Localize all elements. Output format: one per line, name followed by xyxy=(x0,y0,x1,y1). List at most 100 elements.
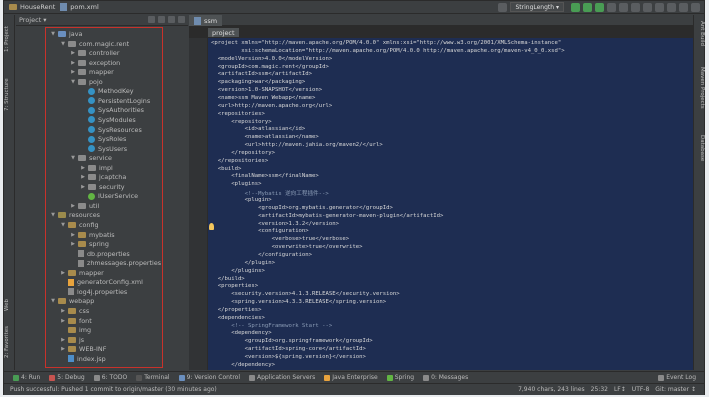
revert-icon[interactable] xyxy=(655,2,664,12)
code-line[interactable]: <dependencies> xyxy=(211,315,265,323)
chevron-right-icon[interactable]: ▶ xyxy=(70,241,76,247)
coverage-icon[interactable] xyxy=(595,2,604,12)
tree-item[interactable]: ▶ WEB-INF xyxy=(60,344,106,354)
lightbulb-icon[interactable] xyxy=(209,223,214,230)
code-line[interactable]: <verbose>true</verbose> xyxy=(211,236,349,244)
maven-projects-tab[interactable]: Maven Projects xyxy=(695,67,705,125)
tool-window-button[interactable]: Java Enterprise xyxy=(324,374,378,381)
tree-item[interactable]: ▶ util xyxy=(70,201,99,211)
tree-item[interactable]: ▼ com.magic.rent xyxy=(60,39,129,49)
tree-item[interactable]: ▶ security xyxy=(80,182,124,192)
code-editor[interactable]: <project xmlns="http://maven.apache.org/… xyxy=(208,38,693,370)
tool-window-button[interactable]: 4: Run xyxy=(13,374,40,381)
chevron-right-icon[interactable]: ▶ xyxy=(80,184,86,190)
chevron-right-icon[interactable]: ▶ xyxy=(70,60,76,66)
status-message[interactable]: Push successful: Pushed 1 commit to orig… xyxy=(10,386,217,393)
tool-window-button[interactable]: 9: Version Control xyxy=(178,374,240,381)
breadcrumb-project-tag[interactable]: project xyxy=(208,28,239,37)
tool-window-button[interactable]: 5: Debug xyxy=(49,374,85,381)
tree-item[interactable]: SysRoles xyxy=(80,134,126,144)
tree-item[interactable]: db.properties xyxy=(70,249,130,259)
run-icon[interactable] xyxy=(571,2,580,12)
code-line[interactable]: <plugins> xyxy=(211,181,261,189)
tree-item[interactable]: IUserService xyxy=(80,191,138,201)
code-line[interactable]: <url>http://maven.apache.org</url> xyxy=(211,103,333,111)
code-line[interactable]: <artifactId>spring-core</artifactId> xyxy=(211,346,366,354)
gear-icon[interactable] xyxy=(168,16,175,23)
tree-item[interactable]: ▶ css xyxy=(60,306,89,316)
code-line[interactable]: <security.version>4.1.3.RELEASE</securit… xyxy=(211,291,399,299)
project-structure-icon[interactable] xyxy=(679,2,688,12)
database-tab[interactable]: Database xyxy=(695,135,705,169)
tree-item[interactable]: generatorConfig.xml xyxy=(60,277,143,287)
chevron-right-icon[interactable]: ▶ xyxy=(70,69,76,75)
code-line[interactable]: <packaging>war</packaging> xyxy=(211,79,306,87)
tree-item[interactable]: ▶ js xyxy=(60,335,84,345)
tool-window-button[interactable]: 6: TODO xyxy=(93,374,127,381)
tree-item[interactable]: ▶ impl xyxy=(80,163,113,173)
chevron-down-icon[interactable]: ▼ xyxy=(50,31,56,37)
code-line[interactable]: <artifactId>ssm</artifactId> xyxy=(211,71,312,79)
tree-item[interactable]: ▶ font xyxy=(60,316,92,326)
hide-icon[interactable] xyxy=(178,16,185,23)
search-icon[interactable] xyxy=(691,2,700,12)
chevron-right-icon[interactable]: ▶ xyxy=(60,308,66,314)
tree-item[interactable]: SysModules xyxy=(80,115,136,125)
code-line[interactable]: <name>ssm Maven Webapp</name> xyxy=(211,95,316,103)
settings-icon[interactable] xyxy=(148,16,155,23)
code-line[interactable]: <version>1.0-SNAPSHOT</version> xyxy=(211,87,322,95)
tool-window-button[interactable]: 0: Messages xyxy=(423,374,468,381)
tree-item[interactable]: ▶ jcaptcha xyxy=(80,172,126,182)
code-line[interactable]: <build> xyxy=(211,166,242,174)
code-line[interactable]: </dependency> xyxy=(211,362,275,370)
chevron-right-icon[interactable]: ▶ xyxy=(80,174,86,180)
vcs-update-icon[interactable] xyxy=(619,2,628,12)
code-line[interactable]: <modelVersion>4.0.0</modelVersion> xyxy=(211,56,333,64)
tree-item[interactable]: log4j.properties xyxy=(60,287,127,297)
code-line[interactable]: </build> xyxy=(211,276,245,284)
chevron-right-icon[interactable]: ▶ xyxy=(80,165,86,171)
tree-item[interactable]: PersistentLogins xyxy=(80,96,150,106)
chevron-right-icon[interactable]: ▶ xyxy=(60,270,66,276)
tool-window-button[interactable]: Terminal xyxy=(136,374,170,381)
tree-item[interactable]: ▶ mapper xyxy=(60,268,104,278)
code-line[interactable]: <project xmlns="http://maven.apache.org/… xyxy=(211,40,561,48)
chevron-down-icon[interactable]: ▼ xyxy=(70,155,76,161)
chevron-right-icon[interactable]: ▶ xyxy=(60,318,66,324)
chevron-right-icon[interactable]: ▶ xyxy=(70,203,76,209)
code-line[interactable]: <properties> xyxy=(211,283,258,291)
chevron-right-icon[interactable]: ▶ xyxy=(60,346,66,352)
tree-item[interactable]: SysResources xyxy=(80,125,142,135)
tree-item[interactable]: ▶ mapper xyxy=(70,67,114,77)
code-line[interactable]: <!-- SpringFramework Start --> xyxy=(211,323,332,331)
code-line[interactable]: xsi:schemaLocation="http://maven.apache.… xyxy=(211,48,564,56)
tree-item[interactable]: ▶ mybatis xyxy=(70,230,115,240)
tree-item[interactable]: index.jsp xyxy=(60,354,106,364)
editor-tab-ssm[interactable]: ssm xyxy=(189,15,223,26)
code-line[interactable]: <configuration> xyxy=(211,228,309,236)
code-line[interactable]: </plugin> xyxy=(211,260,275,268)
tool-window-button[interactable]: Application Servers xyxy=(249,374,315,381)
tool-window-button[interactable]: Spring xyxy=(386,374,414,381)
settings-icon[interactable] xyxy=(667,2,676,12)
code-line[interactable]: <repository> xyxy=(211,119,271,127)
code-line[interactable]: <id>atlassian</id> xyxy=(211,126,306,134)
tree-item[interactable]: ▼ java xyxy=(50,29,82,39)
code-line[interactable]: <spring.version>4.3.3.RELEASE</spring.ve… xyxy=(211,299,386,307)
tree-item[interactable]: ▶ controller xyxy=(70,48,119,58)
code-line[interactable]: <version>${spring.version}</version> xyxy=(211,354,366,362)
code-line[interactable]: </plugins> xyxy=(211,268,265,276)
project-view-select[interactable]: Project ▾ xyxy=(19,16,47,24)
chevron-down-icon[interactable]: ▼ xyxy=(50,212,56,218)
code-line[interactable]: <groupId>org.springframework</groupId> xyxy=(211,338,373,346)
breadcrumb-project[interactable]: HouseRent xyxy=(9,3,55,11)
tree-item[interactable]: MethodKey xyxy=(80,86,134,96)
tree-item[interactable]: ▼ webapp xyxy=(50,296,94,306)
caret-position[interactable]: 25:32 xyxy=(591,386,608,393)
code-line[interactable]: </properties> xyxy=(211,307,262,315)
code-line[interactable]: <groupId>org.mybatis.generator</groupId> xyxy=(211,205,393,213)
code-line[interactable]: </repositories> xyxy=(211,158,269,166)
code-line[interactable]: <!--Mybatis 逆向工程插件--> xyxy=(211,189,329,197)
tree-item[interactable]: ▼ service xyxy=(70,153,112,163)
breadcrumb-file[interactable]: pom.xml xyxy=(60,3,99,11)
